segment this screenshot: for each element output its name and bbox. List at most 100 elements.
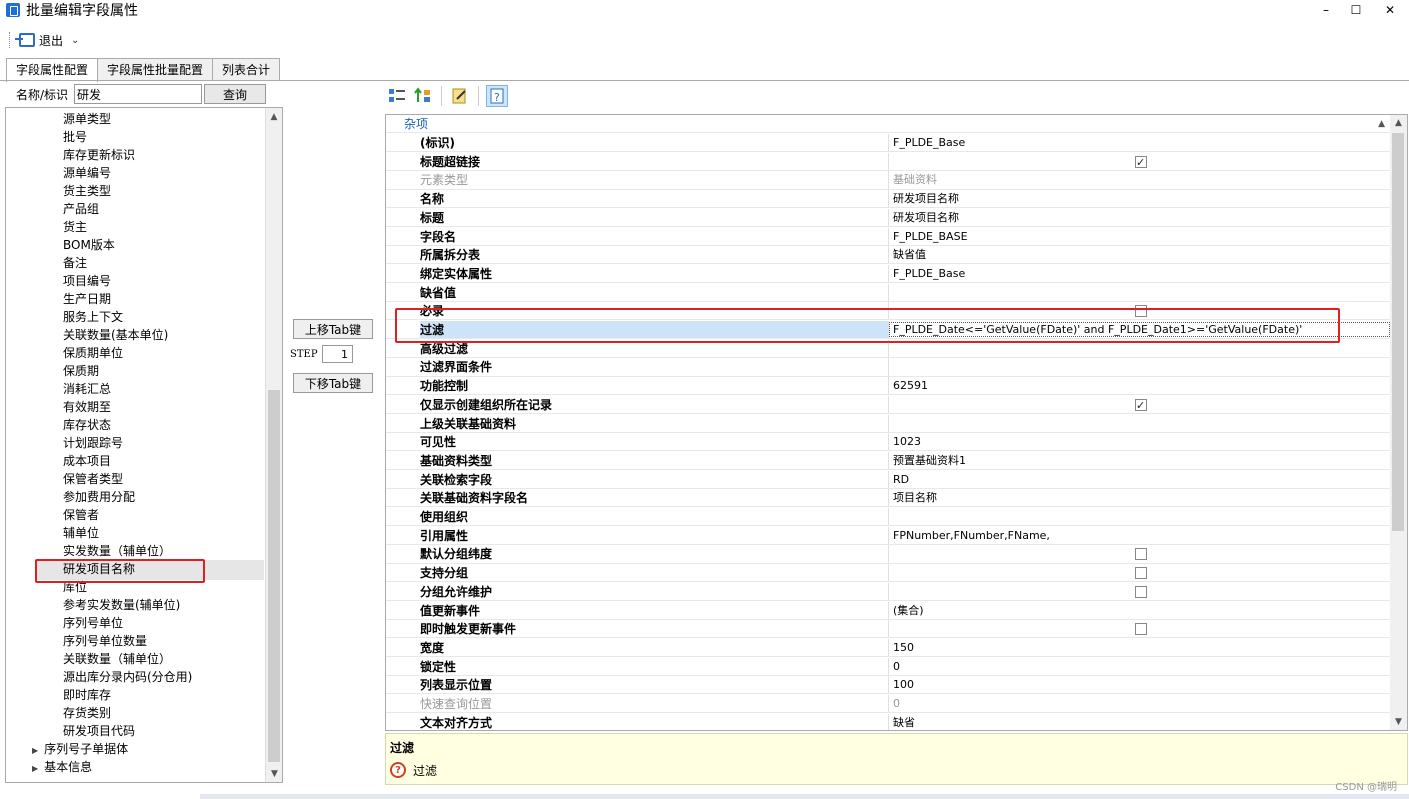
move-down-tab-button[interactable]: 下移Tab键	[293, 373, 373, 393]
tree-item[interactable]: 保质期	[63, 362, 99, 380]
chevron-down-icon[interactable]: ⌄	[71, 35, 79, 46]
property-name[interactable]: 文本对齐方式	[420, 714, 888, 730]
property-row[interactable]: 仅显示创建组织所在记录	[386, 395, 1391, 414]
scroll-down-icon[interactable]: ▼	[266, 765, 282, 782]
scroll-down-icon[interactable]: ▼	[1390, 714, 1407, 730]
sort-alphabetical-icon[interactable]	[412, 85, 434, 107]
tree-item[interactable]: 保管者类型	[63, 470, 123, 488]
tree-item[interactable]: 存货类别	[63, 704, 111, 722]
tab-field-property-config[interactable]: 字段属性配置	[6, 58, 99, 82]
property-row[interactable]: 过滤界面条件	[386, 358, 1391, 377]
property-name[interactable]: 仅显示创建组织所在记录	[420, 396, 888, 413]
checkbox[interactable]	[1135, 397, 1147, 413]
scroll-thumb[interactable]	[1392, 133, 1404, 531]
property-row[interactable]: 分组允许维护	[386, 582, 1391, 601]
property-name[interactable]: 过滤界面条件	[420, 358, 888, 375]
property-value[interactable]: 0	[888, 657, 1391, 675]
property-row[interactable]: 名称 研发项目名称	[386, 190, 1391, 209]
tree-item[interactable]: 参加费用分配	[63, 488, 135, 506]
tab-list-total[interactable]: 列表合计	[212, 58, 281, 81]
property-value[interactable]	[888, 283, 1391, 301]
search-input[interactable]	[74, 84, 203, 104]
tree-node-basic-info[interactable]: ▶ 基本信息	[32, 758, 92, 776]
property-value[interactable]: 缺省	[888, 713, 1391, 730]
property-row[interactable]: 关联基础资料字段名 项目名称	[386, 489, 1391, 508]
tree-item[interactable]: 货主	[63, 218, 87, 236]
property-value[interactable]	[888, 152, 1391, 170]
property-name[interactable]: 值更新事件	[420, 602, 888, 619]
property-name[interactable]: 功能控制	[420, 377, 888, 394]
property-name[interactable]: 关联检索字段	[420, 471, 888, 488]
property-name[interactable]: 使用组织	[420, 508, 888, 525]
property-name[interactable]: 宽度	[420, 639, 888, 656]
property-name[interactable]: 绑定实体属性	[420, 265, 888, 282]
minimize-button[interactable]: –	[1311, 0, 1341, 20]
property-value[interactable]: 1023	[888, 433, 1391, 451]
property-value[interactable]	[888, 358, 1391, 376]
property-name[interactable]: 支持分组	[420, 564, 888, 581]
tree-item[interactable]: 源出库分录内码(分仓用)	[63, 668, 192, 686]
tree-item[interactable]: 生产日期	[63, 290, 111, 308]
property-name[interactable]: 标题超链接	[420, 153, 888, 170]
property-value[interactable]	[888, 508, 1391, 526]
property-value[interactable]: F_PLDE_Base	[888, 134, 1391, 152]
property-value[interactable]	[888, 414, 1391, 432]
tree-item[interactable]: 保管者	[63, 506, 99, 524]
property-row[interactable]: 字段名 F_PLDE_BASE	[386, 227, 1391, 246]
property-name[interactable]: 关联基础资料字段名	[420, 489, 888, 506]
tree-item[interactable]: 库存更新标识	[63, 146, 135, 164]
tree-item[interactable]: 参考实发数量(辅单位)	[63, 596, 180, 614]
tree-node-serial-subentity[interactable]: ▶ 序列号子单据体	[32, 740, 128, 758]
property-value[interactable]: RD	[888, 470, 1391, 488]
tree-item[interactable]: 保质期单位	[63, 344, 123, 362]
property-value[interactable]: 研发项目名称	[888, 190, 1391, 208]
property-row[interactable]: 支持分组	[386, 564, 1391, 583]
move-up-tab-button[interactable]: 上移Tab键	[293, 319, 373, 339]
grid-scrollbar[interactable]: ▲ ▼	[1390, 115, 1407, 730]
checkbox[interactable]	[1135, 548, 1147, 561]
tree-item[interactable]: 产品组	[63, 200, 99, 218]
property-value[interactable]: 150	[888, 638, 1391, 657]
tree-item[interactable]: 备注	[63, 254, 87, 272]
tree-item[interactable]: 实发数量（辅单位）	[63, 542, 171, 560]
categorized-icon[interactable]	[386, 85, 408, 107]
tree-item[interactable]: 序列号单位数量	[63, 632, 147, 650]
property-name[interactable]: 所属拆分表	[420, 246, 888, 263]
property-row[interactable]: 缺省值	[386, 283, 1391, 302]
category-header[interactable]: 杂项 ▲	[386, 115, 1391, 133]
tree-item[interactable]: 计划跟踪号	[63, 434, 123, 452]
tree-item[interactable]: 消耗汇总	[63, 380, 111, 398]
property-row[interactable]: 宽度 150	[386, 638, 1391, 658]
property-row[interactable]: 标题 研发项目名称	[386, 208, 1391, 227]
checkbox[interactable]	[1135, 567, 1147, 580]
property-grid[interactable]: 杂项 ▲ (标识)F_PLDE_Base标题超链接元素类型基础资料名称研发项目名…	[385, 114, 1408, 731]
property-row[interactable]: 即时触发更新事件	[386, 620, 1391, 639]
description-help-icon[interactable]: ?	[486, 85, 508, 107]
checkbox[interactable]	[1135, 154, 1147, 170]
property-name[interactable]: 锁定性	[420, 658, 888, 675]
property-name[interactable]: 上级关联基础资料	[420, 415, 888, 432]
property-row[interactable]: 上级关联基础资料	[386, 414, 1391, 433]
property-row[interactable]: 值更新事件 (集合)	[386, 601, 1391, 620]
scroll-thumb[interactable]	[268, 390, 280, 762]
checkbox[interactable]	[1135, 585, 1147, 598]
tree-item[interactable]: 成本项目	[63, 452, 111, 470]
property-row[interactable]: 基础资料类型 预置基础资料1	[386, 451, 1391, 471]
tree-item[interactable]: 项目编号	[63, 272, 111, 290]
tree-item[interactable]: 源单编号	[63, 164, 111, 182]
property-name[interactable]: 快速查询位置	[420, 695, 888, 712]
property-value[interactable]	[888, 395, 1391, 413]
property-row[interactable]: 所属拆分表 缺省值	[386, 246, 1391, 265]
property-row[interactable]: (标识) F_PLDE_Base	[386, 134, 1391, 153]
property-name[interactable]: 名称	[420, 190, 888, 207]
property-name[interactable]: 默认分组纬度	[420, 545, 888, 562]
property-row[interactable]: 默认分组纬度	[386, 545, 1391, 564]
property-row[interactable]: 标题超链接	[386, 152, 1391, 171]
property-name[interactable]: 元素类型	[420, 171, 888, 188]
property-name[interactable]: 即时触发更新事件	[420, 620, 888, 637]
property-value[interactable]: 项目名称	[888, 489, 1391, 507]
property-value[interactable]: FPNumber,FNumber,FName,	[888, 526, 1391, 544]
tree-item[interactable]: 有效期至	[63, 398, 111, 416]
tree-item[interactable]: 服务上下文	[63, 308, 123, 326]
property-value[interactable]	[888, 564, 1391, 582]
